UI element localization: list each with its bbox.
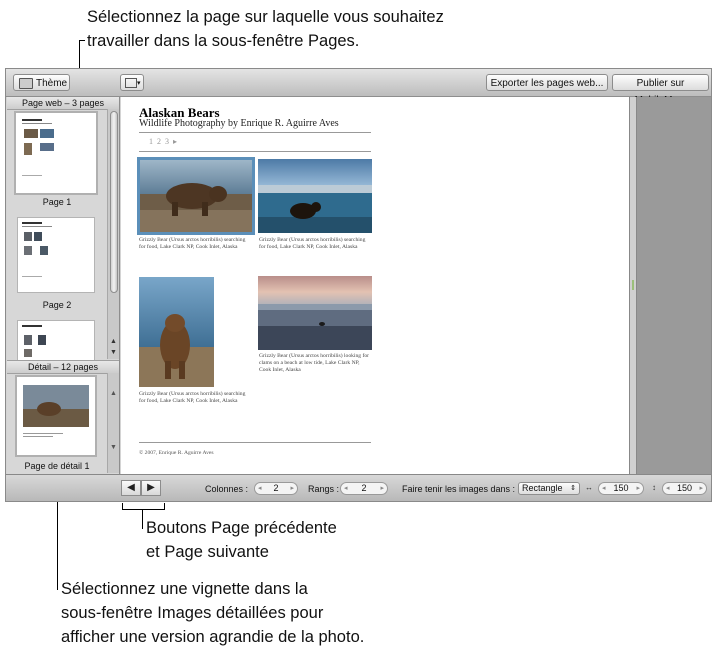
photo-2-image [258, 159, 372, 233]
webpage-divider-top [139, 132, 371, 133]
page-thumbnail-3[interactable] [17, 320, 95, 360]
page-thumbnail-3-preview [22, 325, 46, 357]
bottom-bar: ◀ ▶ Colonnes : ◂ 2 ▸ Rangs : ◂ 2 ▸ Faire… [6, 474, 711, 501]
callout-top-leader-tick [79, 40, 85, 41]
webpage-footer: © 2007, Enrique R. Aguirre Aves [139, 450, 214, 456]
rows-label: Rangs : [308, 484, 340, 494]
next-page-button[interactable]: ▶ [141, 480, 161, 496]
callout-bottom-line2: sous-fenêtre Images détaillées pour [61, 604, 324, 622]
photo-3-caption: Grizzly Bear (Ursus arctos horribilis) s… [139, 391, 246, 404]
webpage-canvas: Alaskan Bears Wildlife Photography by En… [121, 97, 629, 474]
theme-icon [19, 78, 33, 89]
fit-images-label: Faire tenir les images dans : [402, 484, 516, 494]
chevron-down-icon: ▾ [137, 80, 141, 87]
page-thumbnail-2[interactable] [17, 217, 95, 293]
sidebar: Page web – 3 pages Page 1 Page 2 ▲ ▼ Dét… [7, 97, 120, 474]
arrow-left-icon: ◀ [127, 482, 135, 493]
photo-1-image [140, 160, 252, 232]
callout-mid-bracket-left [122, 503, 123, 510]
webpage-subtitle: Wildlife Photography by Enrique R. Aguir… [139, 118, 339, 129]
height-stepper[interactable]: ◂ 150 ▸ [662, 482, 707, 495]
callout-mid-leader [142, 509, 143, 529]
photo-1-caption: Grizzly Bear (Ursus arctos horribilis) s… [139, 237, 246, 250]
detail-scrollbar[interactable]: ▲ ▼ [107, 373, 119, 473]
pages-scrollbar[interactable]: ▲ ▼ [107, 109, 119, 359]
page-thumbnail-2-preview [22, 222, 52, 277]
callout-top-line1: Sélectionnez la page sur laquelle vous s… [87, 8, 444, 26]
photo-4-caption: Grizzly Bear (Ursus arctos horribilis) l… [259, 353, 369, 373]
scroll-down-arrow-icon[interactable]: ▼ [108, 349, 119, 356]
page-thumbnail-2-label: Page 2 [42, 300, 72, 310]
pages-scrollbar-knob[interactable] [110, 111, 118, 293]
page-thumbnail-1-label: Page 1 [42, 197, 72, 207]
photo-2[interactable] [258, 159, 372, 233]
callout-mid-line2: et Page suivante [146, 543, 269, 561]
pages-header: Page web – 3 pages [7, 97, 119, 110]
callout-mid-line1: Boutons Page précédente [146, 519, 337, 537]
theme-button-label: Thème [36, 78, 68, 89]
arrow-right-icon: ▶ [147, 482, 155, 493]
app-window: Thème ▾ Exporter les pages web... Publie… [5, 68, 712, 502]
increment-icon[interactable]: ▸ [636, 483, 640, 494]
toolbar: Thème ▾ Exporter les pages web... Publie… [6, 69, 711, 106]
right-panel [629, 97, 711, 474]
callout-mid-bracket-right [164, 503, 165, 510]
callout-top-line2: travailler dans la sous-fenêtre Pages. [87, 32, 360, 50]
resize-handle-icon[interactable] [632, 280, 634, 290]
height-icon: ↕ [652, 483, 656, 492]
increment-icon[interactable]: ▸ [699, 483, 703, 494]
photo-3-image [139, 277, 214, 387]
theme-button[interactable]: Thème [13, 74, 70, 91]
callout-bottom-line3: afficher une version agrandie de la phot… [61, 628, 365, 646]
width-icon: ↔ [585, 483, 593, 492]
detail-thumbnail-1[interactable] [15, 375, 97, 457]
detail-scroll-down-icon[interactable]: ▼ [108, 444, 119, 451]
width-stepper[interactable]: ◂ 150 ▸ [598, 482, 644, 495]
webpage-divider-nav [139, 151, 371, 152]
webpage-page-nav[interactable]: 1 2 3 ▸ [149, 137, 178, 146]
photo-4[interactable] [258, 276, 372, 350]
photo-1[interactable] [137, 157, 255, 235]
updown-chevron-icon: ⇕ [570, 485, 576, 492]
publish-button[interactable]: Publier sur MobileMe... [612, 74, 709, 106]
export-button[interactable]: Exporter les pages web... [486, 74, 608, 91]
right-resize-strip[interactable] [629, 97, 637, 474]
page-thumbnail-1[interactable] [14, 111, 98, 195]
columns-stepper[interactable]: ◂ 2 ▸ [254, 482, 298, 495]
detail-header: Détail – 12 pages [7, 360, 119, 374]
columns-label: Colonnes : [205, 484, 249, 494]
previous-page-button[interactable]: ◀ [121, 480, 141, 496]
increment-icon[interactable]: ▸ [290, 483, 294, 494]
callout-bottom-line1: Sélectionnez une vignette dans la [61, 580, 308, 598]
scroll-up-arrow-icon[interactable]: ▲ [108, 338, 119, 345]
image-icon [125, 78, 137, 88]
webpage-divider-bottom [139, 442, 371, 443]
detail-thumbnail-1-label: Page de détail 1 [24, 461, 90, 471]
fit-images-value: Rectangle [522, 483, 563, 493]
rows-stepper[interactable]: ◂ 2 ▸ [340, 482, 388, 495]
photo-4-image [258, 276, 372, 350]
view-menu-button[interactable]: ▾ [120, 74, 144, 91]
detail-thumbnail-1-preview [19, 379, 93, 453]
callout-mid-bracket [122, 509, 165, 510]
increment-icon[interactable]: ▸ [380, 483, 384, 494]
photo-3[interactable] [139, 277, 214, 387]
fit-images-select[interactable]: Rectangle ⇕ [518, 482, 580, 495]
detail-scroll-up-icon[interactable]: ▲ [108, 390, 119, 397]
photo-2-caption: Grizzly Bear (Ursus arctos horribilis) s… [259, 237, 366, 250]
page-thumbnail-1-preview [18, 115, 94, 191]
